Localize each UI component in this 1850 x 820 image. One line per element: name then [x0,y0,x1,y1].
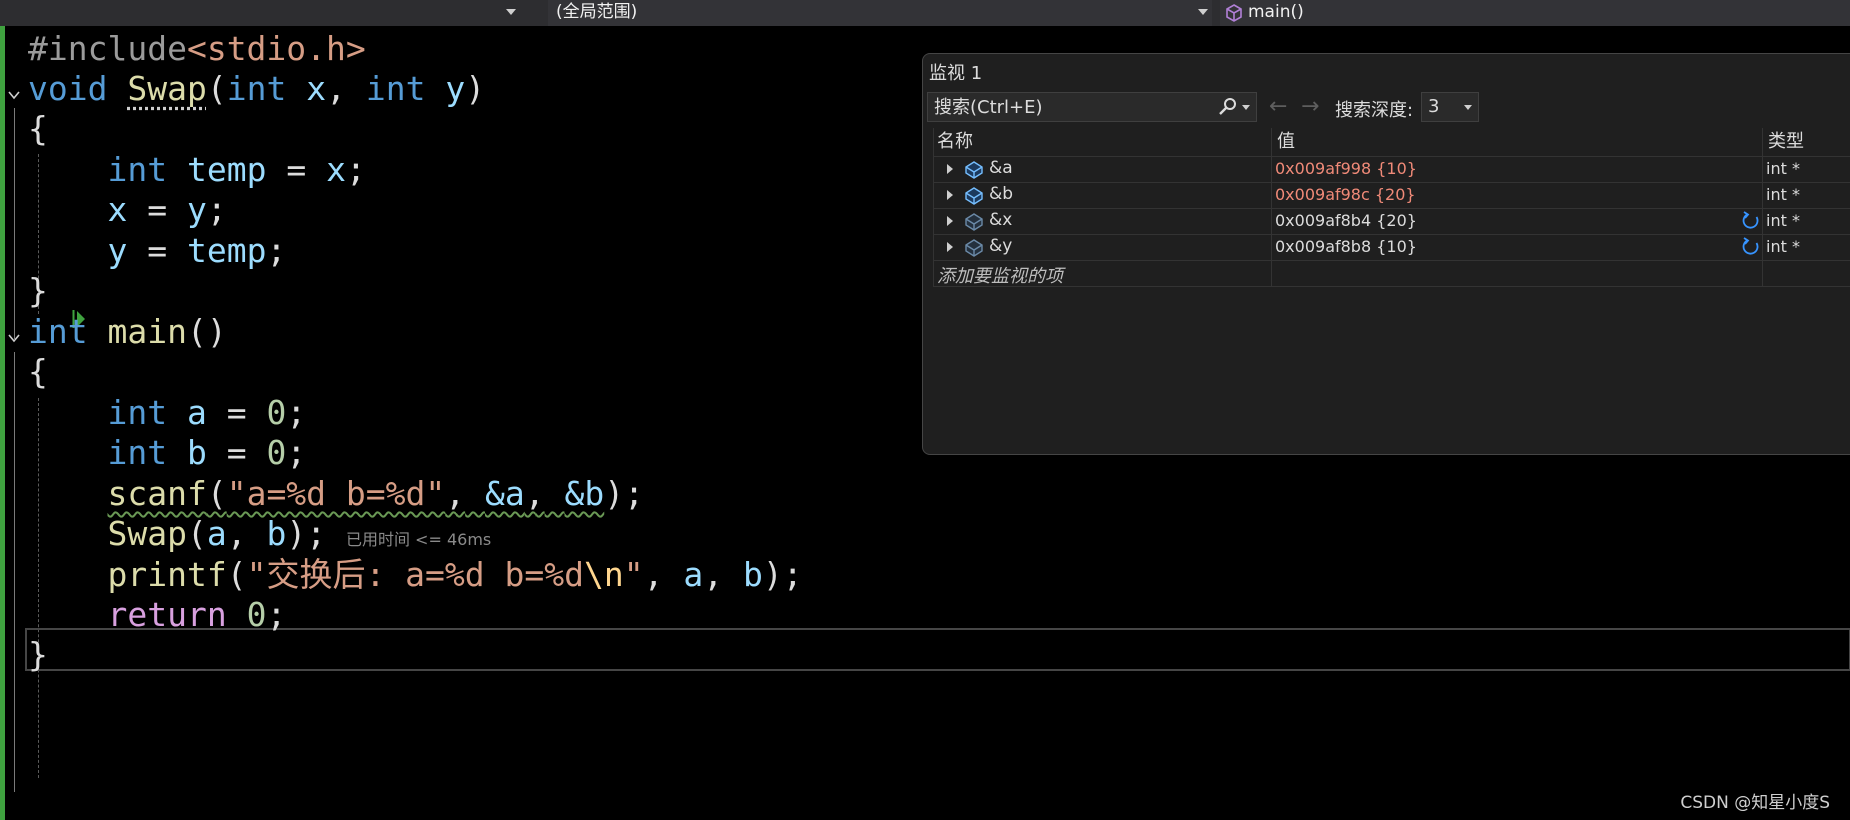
object-icon [965,213,983,231]
expand-arrow-icon[interactable] [947,242,953,252]
grid-line [933,286,1850,287]
search-depth-label: 搜索深度: [1335,100,1414,121]
perf-tip: 已用时间 <= 46ms [345,530,492,549]
watch-row[interactable]: &a 0x009af998 {10} int * [933,156,1850,182]
add-watch-row[interactable]: 添加要监视的项 [933,260,1850,288]
watch-type: int * [1766,185,1800,204]
watch-window: 监视 1 ← → 搜索深度: 3 名称 值 类型 [922,53,1850,455]
code-line-7: } [28,271,48,310]
watch-value[interactable]: 0x009af8b4 {20} [1275,211,1417,230]
watch-name[interactable]: &b [989,184,1013,204]
watermark: CSDN @知星小度S [1680,793,1830,813]
function-label: main() [1248,2,1304,22]
scope-dropdown[interactable]: (全局范围) [548,0,1212,26]
code-line-11: int b = 0; [107,433,307,472]
watch-row[interactable]: &y 0x009af8b8 {10} int * [933,234,1850,260]
watch-value[interactable]: 0x009af8b8 {10} [1275,237,1417,256]
refresh-icon[interactable] [1741,211,1761,231]
watch-title: 监视 1 [929,63,983,84]
navigation-bar: (全局范围) main() [0,0,1850,26]
refresh-icon[interactable] [1741,237,1761,257]
code-line-5: x = y; [107,190,227,229]
code-line-6: y = temp; [107,231,287,270]
chevron-down-icon [506,9,516,15]
search-depth-dropdown[interactable]: 3 [1421,92,1479,122]
column-header-name[interactable]: 名称 [937,128,973,156]
scope-label: (全局范围) [556,2,638,22]
cube-icon [1226,4,1242,22]
chevron-down-icon [1464,105,1472,110]
code-line-8: int main() [28,312,227,351]
current-line-highlight [25,628,1850,671]
function-dropdown[interactable]: main() [1220,0,1850,26]
code-line-3: { [28,109,48,148]
column-header-type[interactable]: 类型 [1768,128,1804,156]
watch-name[interactable]: &a [989,158,1013,178]
chevron-down-icon [1198,9,1208,15]
column-header-value[interactable]: 值 [1277,128,1295,156]
watch-type: int * [1766,237,1800,256]
watch-type: int * [1766,159,1800,178]
object-icon [965,239,983,257]
watch-search-input[interactable] [934,95,1204,119]
watch-type: int * [1766,211,1800,230]
code-line-15: return 0; [107,595,287,634]
code-line-9: { [28,352,48,391]
fold-region-line [14,352,15,792]
back-arrow-icon[interactable]: ← [1269,94,1287,120]
code-line-16: } [28,635,48,674]
chevron-down-icon[interactable] [1242,105,1250,110]
forward-arrow-icon[interactable]: → [1301,94,1319,120]
watch-row[interactable]: &x 0x009af8b4 {20} int * [933,208,1850,234]
watch-name[interactable]: &y [989,236,1012,256]
expand-arrow-icon[interactable] [947,190,953,200]
project-dropdown[interactable] [0,0,522,26]
watch-row[interactable]: &b 0x009af98c {20} int * [933,182,1850,208]
watch-value[interactable]: 0x009af998 {10} [1275,159,1417,178]
object-icon [965,187,983,205]
fold-chevron-icon[interactable] [8,89,20,101]
search-depth-value: 3 [1428,96,1440,117]
object-icon [965,161,983,179]
fold-region-line [14,108,15,340]
watch-value[interactable]: 0x009af98c {20} [1275,185,1416,204]
code-line-13: Swap(a, b); 已用时间 <= 46ms [107,514,492,553]
add-watch-item[interactable]: 添加要监视的项 [937,262,1063,288]
expand-arrow-icon[interactable] [947,216,953,226]
expand-arrow-icon[interactable] [947,164,953,174]
watch-search-box[interactable] [927,92,1257,122]
watch-name[interactable]: &x [989,210,1012,230]
code-line-2: void Swap(int x, int y) [28,69,486,108]
search-icon[interactable] [1218,97,1238,117]
